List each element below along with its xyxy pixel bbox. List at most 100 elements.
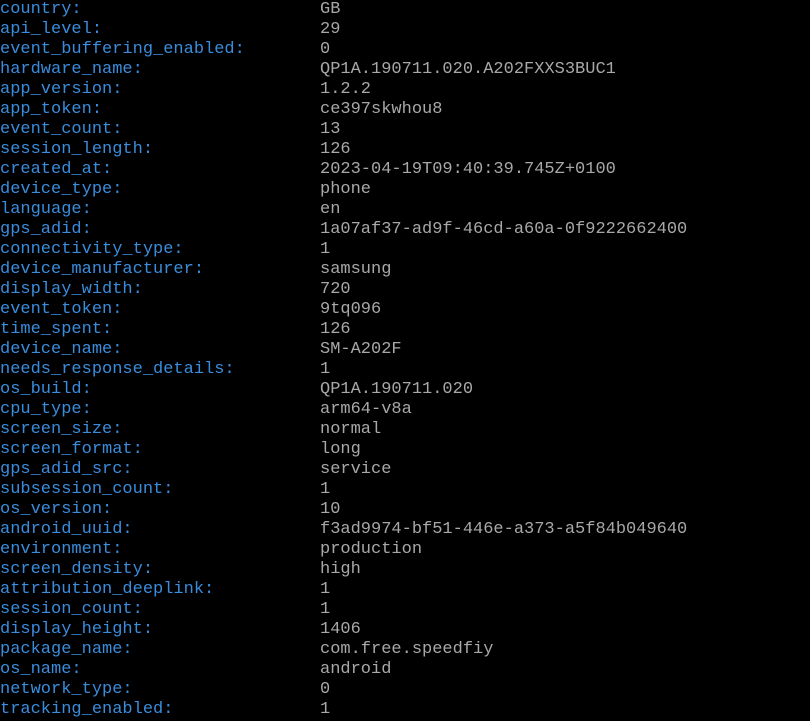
log-key: time_spent: <box>0 320 320 340</box>
log-key: gps_adid_src: <box>0 460 320 480</box>
log-key: tracking_enabled: <box>0 700 320 720</box>
log-line: event_buffering_enabled:0 <box>0 40 810 60</box>
log-line: screen_size:normal <box>0 420 810 440</box>
log-line: country:GB <box>0 0 810 20</box>
log-key: country: <box>0 0 320 20</box>
log-value: 29 <box>320 20 340 40</box>
log-value: com.free.speedfiy <box>320 640 493 660</box>
log-value: 13 <box>320 120 340 140</box>
log-value: QP1A.190711.020 <box>320 380 473 400</box>
log-key: subsession_count: <box>0 480 320 500</box>
log-value: 126 <box>320 140 351 160</box>
log-value: production <box>320 540 422 560</box>
log-line: os_name:android <box>0 660 810 680</box>
log-key: gps_adid: <box>0 220 320 240</box>
log-key: device_name: <box>0 340 320 360</box>
log-line: android_uuid:f3ad9974-bf51-446e-a373-a5f… <box>0 520 810 540</box>
log-line: connectivity_type:1 <box>0 240 810 260</box>
log-key: display_height: <box>0 620 320 640</box>
log-output: country:GBapi_level:29event_buffering_en… <box>0 0 810 720</box>
log-value: 10 <box>320 500 340 520</box>
log-value: 1 <box>320 600 330 620</box>
log-key: session_count: <box>0 600 320 620</box>
log-value: 1 <box>320 580 330 600</box>
log-key: device_type: <box>0 180 320 200</box>
log-value: en <box>320 200 340 220</box>
log-key: cpu_type: <box>0 400 320 420</box>
log-key: package_name: <box>0 640 320 660</box>
log-value: 1 <box>320 480 330 500</box>
log-line: device_manufacturer:samsung <box>0 260 810 280</box>
log-value: high <box>320 560 361 580</box>
log-value: 720 <box>320 280 351 300</box>
log-value: 1 <box>320 700 330 720</box>
log-key: app_version: <box>0 80 320 100</box>
log-key: display_width: <box>0 280 320 300</box>
log-line: display_width:720 <box>0 280 810 300</box>
log-line: tracking_enabled:1 <box>0 700 810 720</box>
log-key: environment: <box>0 540 320 560</box>
log-line: session_length:126 <box>0 140 810 160</box>
log-value: 1406 <box>320 620 361 640</box>
log-value: ce397skwhou8 <box>320 100 442 120</box>
log-value: GB <box>320 0 340 20</box>
log-value: f3ad9974-bf51-446e-a373-a5f84b049640 <box>320 520 687 540</box>
log-line: device_type:phone <box>0 180 810 200</box>
log-key: connectivity_type: <box>0 240 320 260</box>
log-value: phone <box>320 180 371 200</box>
log-value: QP1A.190711.020.A202FXXS3BUC1 <box>320 60 616 80</box>
log-key: language: <box>0 200 320 220</box>
log-key: os_name: <box>0 660 320 680</box>
log-value: android <box>320 660 391 680</box>
log-value: normal <box>320 420 381 440</box>
log-value: 9tq096 <box>320 300 381 320</box>
log-value: 126 <box>320 320 351 340</box>
log-line: event_count:13 <box>0 120 810 140</box>
log-line: created_at:2023-04-19T09:40:39.745Z+0100 <box>0 160 810 180</box>
log-value: 0 <box>320 40 330 60</box>
log-value: SM-A202F <box>320 340 402 360</box>
log-line: api_level:29 <box>0 20 810 40</box>
log-key: app_token: <box>0 100 320 120</box>
log-value: 0 <box>320 680 330 700</box>
log-key: needs_response_details: <box>0 360 320 380</box>
log-key: hardware_name: <box>0 60 320 80</box>
log-value: 2023-04-19T09:40:39.745Z+0100 <box>320 160 616 180</box>
log-line: hardware_name:QP1A.190711.020.A202FXXS3B… <box>0 60 810 80</box>
log-value: long <box>320 440 361 460</box>
log-line: language:en <box>0 200 810 220</box>
log-value: 1 <box>320 240 330 260</box>
log-key: os_version: <box>0 500 320 520</box>
log-line: subsession_count:1 <box>0 480 810 500</box>
log-line: session_count:1 <box>0 600 810 620</box>
log-value: arm64-v8a <box>320 400 412 420</box>
log-line: event_token:9tq096 <box>0 300 810 320</box>
log-line: os_version:10 <box>0 500 810 520</box>
log-line: time_spent:126 <box>0 320 810 340</box>
log-key: session_length: <box>0 140 320 160</box>
log-line: attribution_deeplink:1 <box>0 580 810 600</box>
log-line: gps_adid_src:service <box>0 460 810 480</box>
log-value: service <box>320 460 391 480</box>
log-line: display_height:1406 <box>0 620 810 640</box>
log-key: event_count: <box>0 120 320 140</box>
log-key: screen_density: <box>0 560 320 580</box>
log-line: environment:production <box>0 540 810 560</box>
log-key: event_token: <box>0 300 320 320</box>
log-value: 1a07af37-ad9f-46cd-a60a-0f9222662400 <box>320 220 687 240</box>
log-key: os_build: <box>0 380 320 400</box>
log-key: attribution_deeplink: <box>0 580 320 600</box>
log-line: network_type:0 <box>0 680 810 700</box>
log-line: gps_adid:1a07af37-ad9f-46cd-a60a-0f92226… <box>0 220 810 240</box>
log-line: app_token:ce397skwhou8 <box>0 100 810 120</box>
log-key: network_type: <box>0 680 320 700</box>
log-key: api_level: <box>0 20 320 40</box>
log-line: needs_response_details:1 <box>0 360 810 380</box>
log-line: device_name:SM-A202F <box>0 340 810 360</box>
log-line: app_version:1.2.2 <box>0 80 810 100</box>
log-value: 1 <box>320 360 330 380</box>
log-line: screen_format:long <box>0 440 810 460</box>
log-value: 1.2.2 <box>320 80 371 100</box>
log-key: android_uuid: <box>0 520 320 540</box>
log-key: event_buffering_enabled: <box>0 40 320 60</box>
